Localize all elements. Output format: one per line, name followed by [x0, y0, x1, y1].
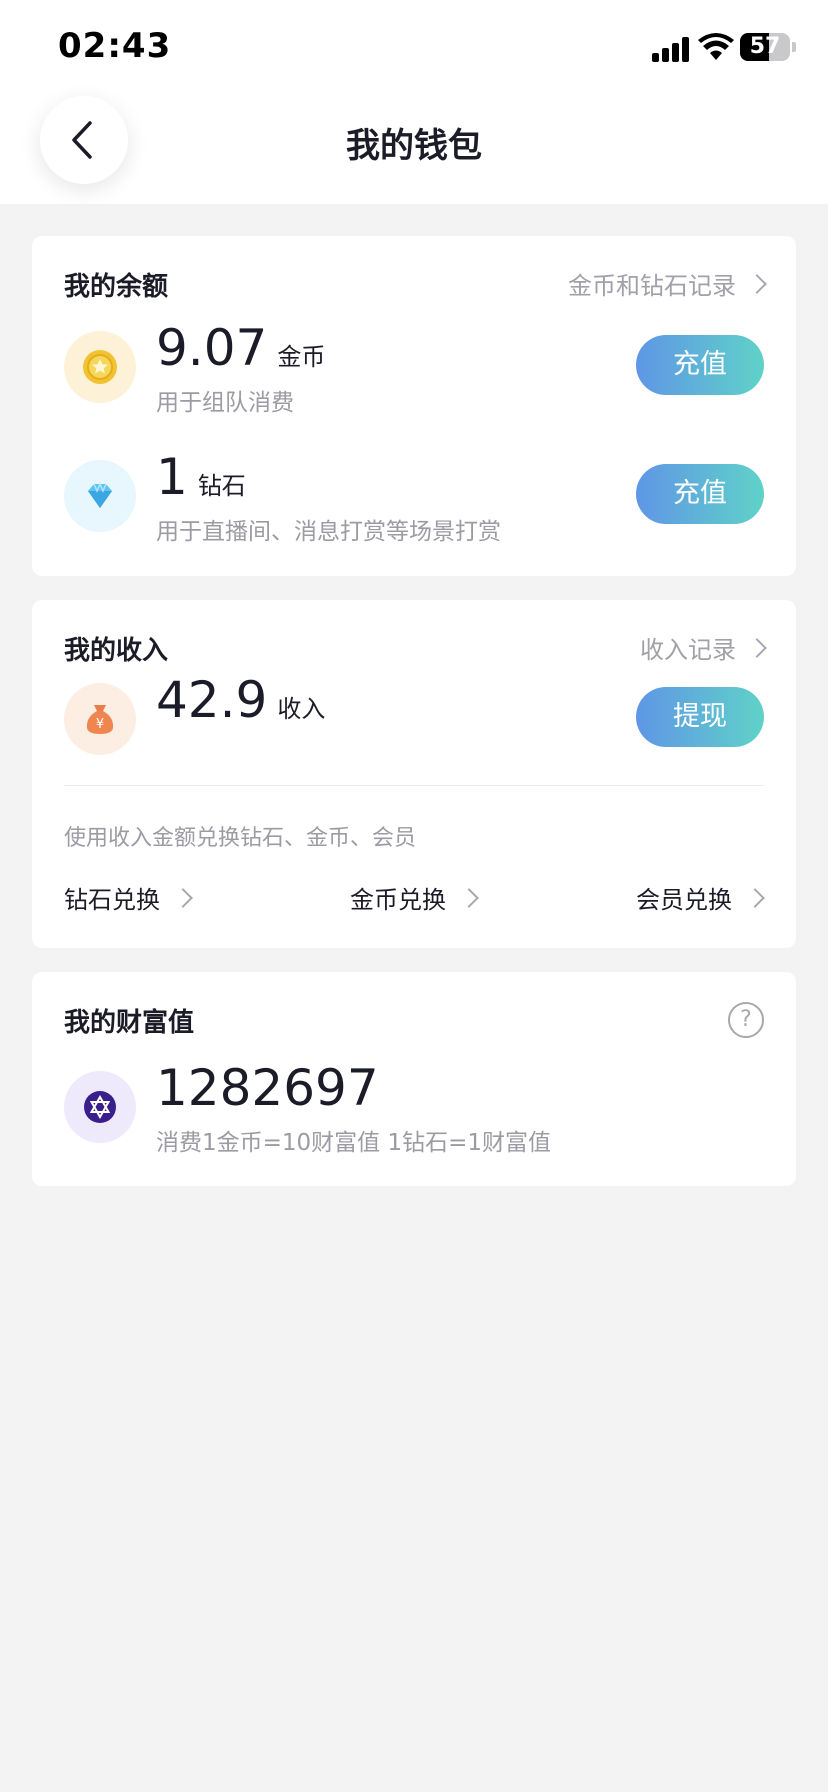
- diamond-icon: [64, 460, 136, 532]
- diamond-amount-value: 1: [156, 448, 188, 506]
- coin-diamond-records-label: 金币和钻石记录: [568, 272, 736, 300]
- diamond-desc: 用于直播间、消息打赏等场景打赏: [156, 519, 501, 545]
- battery-tip: [792, 42, 796, 52]
- vip-exchange-link[interactable]: 会员兑换: [636, 880, 765, 915]
- coin-amount: 9.07 金币: [156, 319, 325, 377]
- divider: [64, 785, 764, 786]
- wealth-desc: 消费1金币=10财富值 1钻石=1财富值: [156, 1130, 552, 1156]
- exchange-hint: 使用收入金额兑换钻石、金币、会员: [64, 826, 417, 851]
- income-unit: 收入: [277, 695, 326, 723]
- coin-icon: [64, 331, 136, 403]
- wealth-row: 1282697 消费1金币=10财富值 1钻石=1财富值: [64, 1059, 764, 1156]
- income-title: 我的收入: [64, 636, 169, 666]
- wealth-value: 1282697: [156, 1059, 379, 1117]
- diamond-amount: 1 钻石: [156, 448, 246, 506]
- income-row: ¥ 42.9 收入 提现: [64, 671, 764, 763]
- wealth-title: 我的财富值: [64, 1008, 195, 1038]
- coin-amount-value: 9.07: [156, 319, 268, 377]
- chevron-right-icon: [173, 887, 193, 908]
- income-amount-value: 42.9: [156, 671, 268, 729]
- chevron-right-icon: [745, 887, 765, 908]
- money-bag-icon: ¥: [64, 683, 136, 755]
- coin-row: 9.07 金币 用于组队消费 充值: [64, 319, 764, 416]
- coin-recharge-button[interactable]: 充值: [636, 335, 764, 395]
- diamond-exchange-label: 钻石兑换: [64, 886, 160, 914]
- chevron-right-icon: [747, 637, 767, 658]
- wealth-star-icon: [64, 1071, 136, 1143]
- income-records-label: 收入记录: [640, 636, 736, 664]
- signal-icon: [652, 36, 692, 62]
- withdraw-button[interactable]: 提现: [636, 687, 764, 747]
- chevron-right-icon: [747, 273, 767, 294]
- income-card: 我的收入 收入记录 ¥ 42.9 收入 提现 使用收入金额兑换钻石、金币、会员 …: [32, 600, 796, 948]
- wifi-icon: [698, 33, 734, 60]
- page-title: 我的钱包: [346, 126, 482, 166]
- battery-level: 57: [749, 34, 781, 59]
- chevron-right-icon: [459, 887, 479, 908]
- diamond-unit: 钻石: [197, 472, 246, 500]
- status-bar: 02:43 57: [0, 0, 828, 100]
- income-records-link[interactable]: 收入记录: [640, 630, 767, 665]
- diamond-recharge-button[interactable]: 充值: [636, 464, 764, 524]
- diamond-row: 1 钻石 用于直播间、消息打赏等场景打赏 充值: [64, 448, 764, 545]
- coin-diamond-records-link[interactable]: 金币和钻石记录: [568, 266, 767, 301]
- header: 02:43 57 我的钱包: [0, 0, 828, 204]
- vip-exchange-label: 会员兑换: [636, 886, 732, 914]
- battery-icon: 57: [740, 33, 790, 61]
- svg-text:¥: ¥: [96, 717, 104, 732]
- wealth-card: 我的财富值 ? 1282697 消费1金币=10财富值 1钻石=1财富值: [32, 972, 796, 1186]
- coin-unit: 金币: [277, 343, 326, 371]
- income-amount: 42.9 收入: [156, 671, 325, 729]
- help-icon[interactable]: ?: [728, 1002, 764, 1038]
- diamond-exchange-link[interactable]: 钻石兑换: [64, 880, 193, 915]
- balance-title: 我的余额: [64, 272, 169, 302]
- coin-exchange-label: 金币兑换: [350, 886, 446, 914]
- wealth-amount: 1282697: [156, 1059, 379, 1117]
- status-time: 02:43: [58, 26, 172, 66]
- coin-exchange-link[interactable]: 金币兑换: [350, 880, 479, 915]
- coin-desc: 用于组队消费: [156, 390, 294, 416]
- balance-card: 我的余额 金币和钻石记录 9.07 金币 用于组队消费 充值 1 钻石 用于直播…: [32, 236, 796, 576]
